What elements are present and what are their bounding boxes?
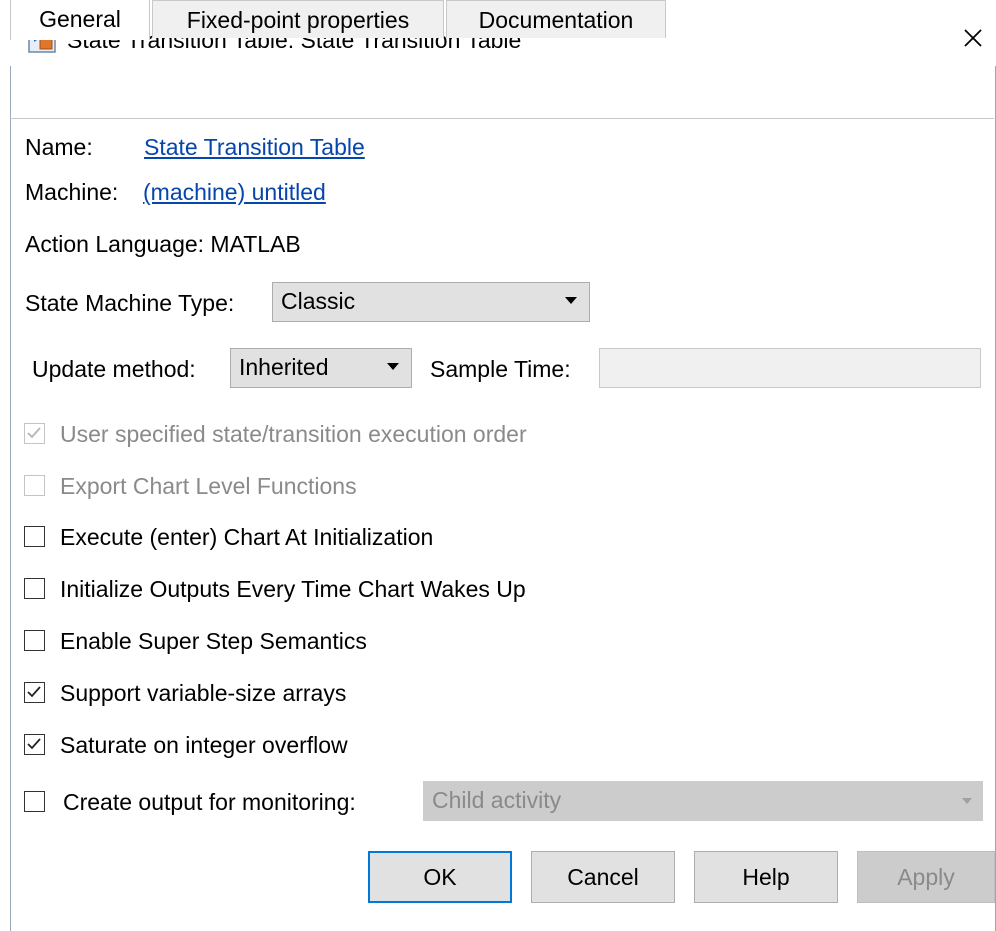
initialize-outputs-checkbox[interactable] (24, 578, 45, 599)
sample-time-label: Sample Time: (430, 356, 571, 382)
monitoring-select[interactable]: Child activity (423, 781, 983, 821)
execution-order-checkbox[interactable] (24, 423, 45, 444)
execute-at-init-checkbox[interactable] (24, 526, 45, 547)
monitoring-checkbox[interactable] (24, 791, 45, 812)
action-language-text: Action Language: MATLAB (25, 231, 301, 257)
tab-general[interactable]: General (10, 0, 150, 40)
export-functions-checkbox[interactable] (24, 475, 45, 496)
sample-time-input[interactable] (599, 348, 981, 388)
chevron-down-icon (565, 297, 577, 304)
tab-fixed-point-properties[interactable]: Fixed-point properties (152, 0, 444, 38)
execute-at-init-label: Execute (enter) Chart At Initialization (60, 524, 434, 550)
name-label: Name: (25, 134, 93, 160)
execution-order-label: User specified state/transition executio… (60, 421, 527, 447)
ok-button[interactable]: OK (368, 851, 512, 903)
dialog-window: State Transition Table: State Transition… (0, 0, 996, 931)
machine-link[interactable]: (machine) untitled (143, 178, 326, 206)
saturate-overflow-label: Saturate on integer overflow (60, 732, 348, 758)
cancel-button[interactable]: Cancel (531, 851, 675, 903)
chevron-down-icon (387, 363, 399, 370)
apply-button[interactable]: Apply (857, 851, 995, 903)
initialize-outputs-label: Initialize Outputs Every Time Chart Wake… (60, 576, 526, 602)
monitoring-label: Create output for monitoring: (63, 789, 356, 815)
monitoring-select-value: Child activity (432, 787, 562, 813)
tab-documentation[interactable]: Documentation (446, 0, 666, 38)
saturate-overflow-checkbox[interactable] (24, 734, 45, 755)
state-machine-type-select[interactable]: Classic (272, 282, 590, 322)
update-method-select[interactable]: Inherited (230, 348, 412, 388)
machine-label: Machine: (25, 179, 119, 205)
tab-panel-divider (10, 118, 994, 119)
checkmark-icon (27, 686, 41, 698)
super-step-checkbox[interactable] (24, 630, 45, 651)
state-machine-type-value: Classic (281, 288, 356, 314)
checkmark-icon (27, 427, 41, 439)
variable-size-checkbox[interactable] (24, 682, 45, 703)
checkmark-icon (27, 738, 41, 750)
chevron-down-icon (962, 798, 972, 804)
variable-size-label: Support variable-size arrays (60, 680, 347, 706)
help-button[interactable]: Help (694, 851, 838, 903)
name-link[interactable]: State Transition Table (144, 133, 365, 161)
update-method-value: Inherited (239, 354, 329, 380)
export-functions-label: Export Chart Level Functions (60, 473, 357, 499)
super-step-label: Enable Super Step Semantics (60, 628, 367, 654)
close-icon[interactable] (957, 22, 989, 54)
update-method-label: Update method: (32, 356, 196, 382)
state-machine-type-label: State Machine Type: (25, 290, 235, 316)
